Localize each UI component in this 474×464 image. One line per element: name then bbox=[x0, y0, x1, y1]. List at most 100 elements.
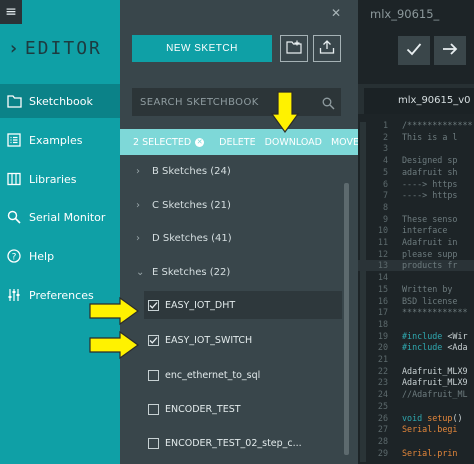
folder-row-expanded[interactable]: ⌄ E Sketches (22) bbox=[120, 259, 342, 286]
checkbox[interactable] bbox=[148, 403, 159, 415]
code-text: /************* bbox=[402, 120, 473, 130]
folder-row[interactable]: › B Sketches (24) bbox=[120, 158, 342, 185]
sidebar-item-libraries[interactable]: Libraries bbox=[0, 162, 120, 196]
move-action[interactable]: MOVE bbox=[331, 137, 359, 148]
code-text: void setup() bbox=[402, 412, 463, 423]
checkbox-checked[interactable] bbox=[148, 299, 159, 311]
folder-row[interactable]: › D Sketches (41) bbox=[120, 225, 342, 252]
chevron-down-icon: ⌄ bbox=[136, 267, 145, 278]
sidebar-item-serial-monitor[interactable]: Serial Monitor bbox=[0, 200, 120, 234]
code-line[interactable]: 26 void setup() bbox=[358, 413, 474, 424]
code-line[interactable]: 15 Written by bbox=[358, 284, 474, 295]
upload-button[interactable] bbox=[313, 35, 341, 62]
books-icon bbox=[6, 171, 22, 187]
upload-sketch-button[interactable] bbox=[434, 36, 466, 65]
line-number: 9 bbox=[382, 213, 388, 224]
line-number: 17 bbox=[377, 307, 388, 318]
list-icon bbox=[6, 132, 22, 148]
file-tab[interactable]: mlx_90615_v0 bbox=[364, 88, 474, 114]
chevron-right-icon: › bbox=[136, 200, 140, 211]
close-icon[interactable]: ✕ bbox=[331, 6, 341, 20]
code-line[interactable]: 23 Adafruit_MLX9 bbox=[358, 377, 474, 388]
code-text: BSD license bbox=[402, 295, 458, 306]
code-line[interactable]: 22 Adafruit_MLX9 bbox=[358, 366, 474, 377]
sidebar-item-help[interactable]: ? Help bbox=[0, 239, 120, 273]
hamburger-icon[interactable]: ≡ bbox=[0, 0, 22, 24]
code-text: This is a l bbox=[402, 131, 458, 142]
svg-text:?: ? bbox=[12, 252, 17, 262]
line-number: 26 bbox=[377, 412, 388, 423]
code-line[interactable]: 3 bbox=[358, 143, 474, 154]
code-text: These senso bbox=[402, 213, 458, 224]
line-number: 21 bbox=[377, 354, 388, 364]
line-number: 22 bbox=[377, 365, 388, 376]
verify-button[interactable] bbox=[398, 36, 430, 65]
folder-row[interactable]: › C Sketches (21) bbox=[120, 192, 342, 219]
code-line[interactable]: 13 products fr bbox=[358, 260, 474, 272]
new-sketch-button[interactable]: NEW SKETCH bbox=[132, 35, 272, 62]
sidebar-item-sketchbook[interactable]: Sketchbook bbox=[0, 84, 120, 118]
sketch-item[interactable]: ENCODER_TEST bbox=[144, 395, 342, 423]
code-line[interactable]: 27 Serial.begi bbox=[358, 424, 474, 435]
code-line[interactable]: 17 ************* bbox=[358, 307, 474, 318]
code-text: adafruit sh bbox=[402, 166, 458, 177]
code-line[interactable]: 25 bbox=[358, 401, 474, 412]
sketch-item[interactable]: ... bbox=[144, 456, 342, 464]
download-action[interactable]: DOWNLOAD bbox=[265, 137, 322, 148]
new-folder-button[interactable] bbox=[280, 35, 308, 62]
checkbox[interactable] bbox=[148, 437, 159, 449]
code-line[interactable]: 18 bbox=[358, 319, 474, 330]
code-line[interactable]: 11 Adafruit in bbox=[358, 237, 474, 248]
code-text: ************* bbox=[402, 307, 468, 318]
code-text: Adafruit_MLX9 bbox=[402, 377, 468, 388]
line-number: 1 bbox=[382, 120, 388, 130]
folder-icon bbox=[6, 93, 22, 109]
code-line[interactable]: 6 ----> https bbox=[358, 179, 474, 190]
line-number: 18 bbox=[377, 318, 388, 329]
line-number: 16 bbox=[377, 295, 388, 306]
delete-action[interactable]: DELETE bbox=[219, 137, 255, 148]
code-line[interactable]: 2 This is a l bbox=[358, 132, 474, 143]
code-line[interactable]: 5 adafruit sh bbox=[358, 167, 474, 178]
code-line[interactable]: 21 bbox=[358, 354, 474, 365]
sketch-item[interactable]: ENCODER_TEST_02_step_c... bbox=[144, 429, 342, 457]
code-text: Adafruit in bbox=[402, 237, 458, 247]
code-line[interactable]: 29 Serial.prin bbox=[358, 448, 474, 459]
line-number: 7 bbox=[382, 190, 388, 201]
code-line[interactable]: 28 bbox=[358, 436, 474, 447]
clear-selection-icon[interactable]: ✕ bbox=[195, 137, 205, 147]
sketch-item-easy-iot-dht[interactable]: EASY_IOT_DHT bbox=[144, 291, 342, 319]
code-line[interactable]: 1 /************* bbox=[358, 120, 474, 131]
line-number: 5 bbox=[382, 166, 388, 177]
editor-logo: › EDITOR bbox=[8, 38, 102, 59]
code-line[interactable]: 9 These senso bbox=[358, 214, 474, 225]
sidebar-item-examples[interactable]: Examples bbox=[0, 123, 120, 157]
search-box bbox=[132, 88, 341, 116]
code-text: ----> https bbox=[402, 178, 458, 189]
code-line[interactable]: 16 BSD license bbox=[358, 296, 474, 307]
sketch-item[interactable]: enc_ethernet_to_sql bbox=[144, 361, 342, 389]
line-number: 3 bbox=[382, 143, 388, 154]
line-number: 15 bbox=[377, 283, 388, 294]
sketch-title[interactable]: mlx_90615_ bbox=[370, 7, 439, 21]
chevron-right-icon: › bbox=[136, 233, 140, 244]
code-line[interactable]: 10 interface bbox=[358, 225, 474, 236]
code-line[interactable]: 20 #include <Ada bbox=[358, 342, 474, 353]
line-number: 25 bbox=[377, 400, 388, 411]
code-line[interactable]: 24 //Adafruit_ML bbox=[358, 389, 474, 400]
search-icon[interactable] bbox=[322, 95, 335, 114]
main-sidebar: ≡ › EDITOR Sketchbook Examples Libraries … bbox=[0, 0, 120, 464]
code-line[interactable]: 12 please supp bbox=[358, 249, 474, 260]
line-number: 12 bbox=[377, 248, 388, 259]
code-line[interactable]: 4 Designed sp bbox=[358, 155, 474, 166]
checkbox[interactable] bbox=[148, 369, 159, 381]
checkbox-checked[interactable] bbox=[148, 334, 159, 346]
code-line[interactable]: 7 ----> https bbox=[358, 190, 474, 201]
sketch-item-easy-iot-switch[interactable]: EASY_IOT_SWITCH bbox=[144, 326, 342, 354]
code-line[interactable]: 14 bbox=[358, 272, 474, 283]
code-line[interactable]: 19 #include <Wir bbox=[358, 331, 474, 342]
code-line[interactable]: 8 bbox=[358, 202, 474, 213]
panel-scrollbar[interactable] bbox=[344, 183, 349, 455]
line-number: 8 bbox=[382, 201, 388, 212]
code-text: products fr bbox=[402, 260, 458, 271]
